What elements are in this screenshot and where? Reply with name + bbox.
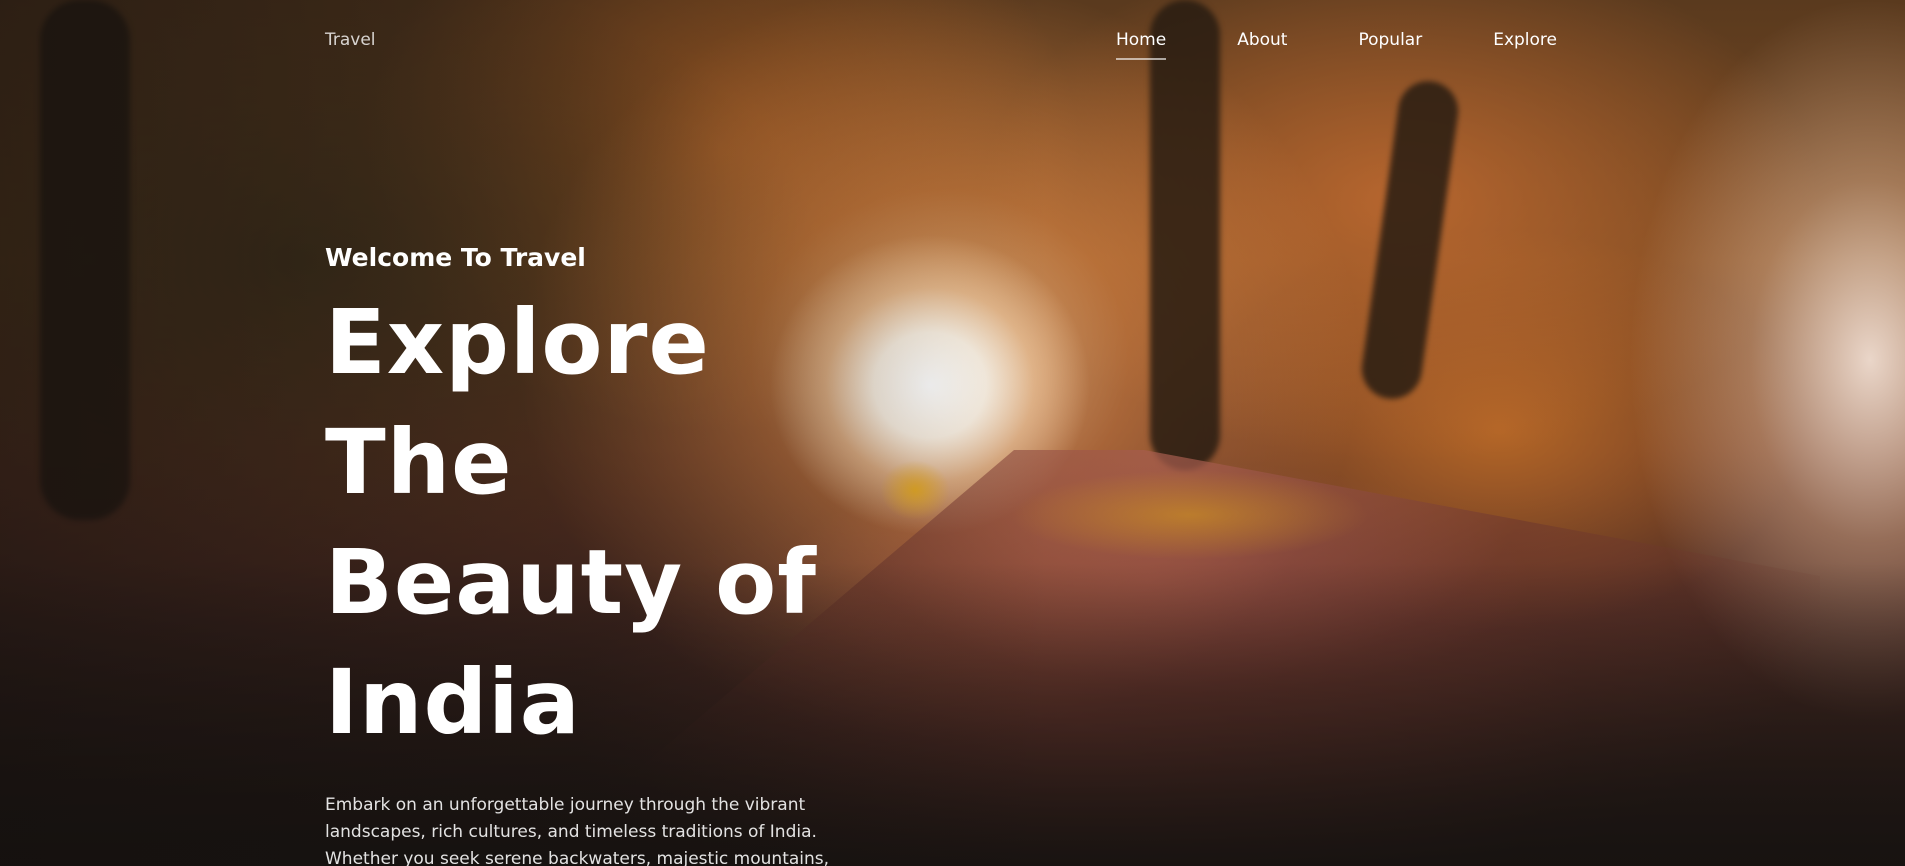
headline-line: The xyxy=(325,410,513,514)
nav-links: Home About Popular Explore xyxy=(1116,30,1557,60)
nav-link-popular[interactable]: Popular xyxy=(1358,30,1422,56)
welcome-subtitle: Welcome To Travel xyxy=(325,243,586,272)
navbar: Travel Home About Popular Explore xyxy=(0,30,1905,60)
nav-link-home[interactable]: Home xyxy=(1116,30,1167,60)
hero-description: Embark on an unforgettable journey throu… xyxy=(325,795,830,866)
hero-content: Welcome To Travel Explore The Beauty of … xyxy=(325,242,885,866)
background-overlay xyxy=(0,0,1905,866)
headline-line: Beauty of xyxy=(325,530,818,634)
nav-link-explore[interactable]: Explore xyxy=(1493,30,1557,56)
hero-section: Travel Home About Popular Explore Welcom… xyxy=(0,0,1905,866)
hero-headline: Explore The Beauty of India xyxy=(325,282,885,762)
nav-link-about[interactable]: About xyxy=(1237,30,1287,56)
headline-line: Explore xyxy=(325,290,710,394)
brand-logo[interactable]: Travel xyxy=(325,30,376,50)
headline-line: India xyxy=(325,650,581,754)
